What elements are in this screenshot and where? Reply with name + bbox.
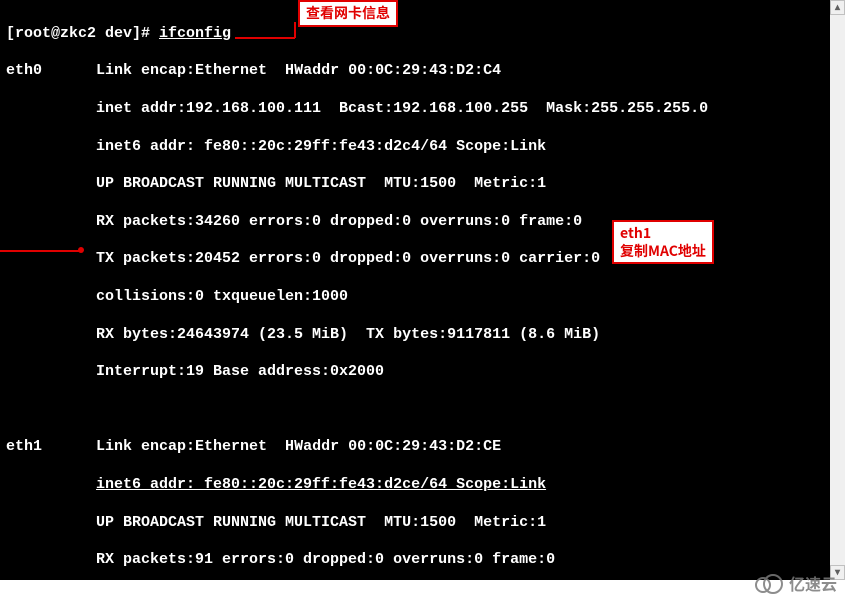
eth0-line-4: UP BROADCAST RUNNING MULTICAST MTU:1500 … bbox=[6, 175, 828, 194]
callout-top-text: 查看网卡信息 bbox=[306, 3, 390, 23]
watermark-text: 亿速云 bbox=[789, 571, 837, 595]
iface-name-eth1: eth1 bbox=[6, 438, 42, 455]
eth0-l4: UP BROADCAST RUNNING MULTICAST MTU:1500 … bbox=[96, 175, 546, 192]
connector-line-1h bbox=[235, 37, 295, 39]
eth0-line-7: collisions:0 txqueuelen:1000 bbox=[6, 288, 828, 307]
eth1-l2: inet6 addr: fe80::20c:29ff:fe43:d2ce/64 … bbox=[96, 476, 546, 493]
prompt-line: [root@zkc2 dev]# ifconfig bbox=[6, 25, 828, 44]
connector-line-1v bbox=[294, 22, 296, 38]
scrollbar[interactable]: ▴ ▾ bbox=[830, 0, 845, 580]
eth0-l5: RX packets:34260 errors:0 dropped:0 over… bbox=[96, 213, 582, 230]
eth0-l8: RX bytes:24643974 (23.5 MiB) TX bytes:91… bbox=[96, 326, 600, 343]
terminal[interactable]: [root@zkc2 dev]# ifconfig eth0 Link enca… bbox=[0, 0, 830, 580]
connector-eth1-dot-icon bbox=[78, 247, 84, 253]
eth0-l6: TX packets:20452 errors:0 dropped:0 over… bbox=[96, 250, 600, 267]
iface-name-eth0: eth0 bbox=[6, 62, 42, 79]
eth1-line-4: RX packets:91 errors:0 dropped:0 overrun… bbox=[6, 551, 828, 570]
eth0-l9: Interrupt:19 Base address:0x2000 bbox=[96, 363, 384, 380]
eth0-line-1: eth0 Link encap:Ethernet HWaddr 00:0C:29… bbox=[6, 62, 828, 81]
eth1-line-3: UP BROADCAST RUNNING MULTICAST MTU:1500 … bbox=[6, 514, 828, 533]
eth0-l1: Link encap:Ethernet HWaddr 00:0C:29:43:D… bbox=[96, 62, 501, 79]
eth1-l3: UP BROADCAST RUNNING MULTICAST MTU:1500 … bbox=[96, 514, 546, 531]
eth0-line-2: inet addr:192.168.100.111 Bcast:192.168.… bbox=[6, 100, 828, 119]
scroll-up-button[interactable]: ▴ bbox=[830, 0, 845, 15]
eth1-line-5: TX packets:15 errors:0 dropped:0 overrun… bbox=[6, 589, 828, 597]
eth0-l3: inet6 addr: fe80::20c:29ff:fe43:d2c4/64 … bbox=[96, 138, 546, 155]
scroll-track[interactable] bbox=[830, 15, 845, 565]
callout-view-nic-info: 查看网卡信息 bbox=[298, 0, 398, 27]
eth1-l1: Link encap:Ethernet HWaddr 00:0C:29:43:D… bbox=[96, 438, 501, 455]
eth0-line-3: inet6 addr: fe80::20c:29ff:fe43:d2c4/64 … bbox=[6, 138, 828, 157]
eth0-l2: inet addr:192.168.100.111 Bcast:192.168.… bbox=[96, 100, 708, 117]
eth0-line-8: RX bytes:24643974 (23.5 MiB) TX bytes:91… bbox=[6, 326, 828, 345]
eth1-line-2: inet6 addr: fe80::20c:29ff:fe43:d2ce/64 … bbox=[6, 476, 828, 495]
eth0-l7: collisions:0 txqueuelen:1000 bbox=[96, 288, 348, 305]
watermark: 亿速云 bbox=[755, 571, 837, 595]
prompt-text: [root@zkc2 dev]# bbox=[6, 25, 159, 42]
eth1-line-1: eth1 Link encap:Ethernet HWaddr 00:0C:29… bbox=[6, 438, 828, 457]
eth0-line-9: Interrupt:19 Base address:0x2000 bbox=[6, 363, 828, 382]
callout-copy-mac: eth1 复制MAC地址 bbox=[612, 220, 714, 264]
callout-right-text: eth1 复制MAC地址 bbox=[620, 223, 706, 261]
blank-1 bbox=[6, 401, 828, 420]
eth1-l4: RX packets:91 errors:0 dropped:0 overrun… bbox=[96, 551, 555, 568]
connector-eth1-line bbox=[0, 250, 80, 252]
cloud-icon bbox=[755, 574, 785, 592]
eth1-l5: TX packets:15 errors:0 dropped:0 overrun… bbox=[96, 589, 573, 597]
command-ifconfig: ifconfig bbox=[159, 25, 231, 42]
